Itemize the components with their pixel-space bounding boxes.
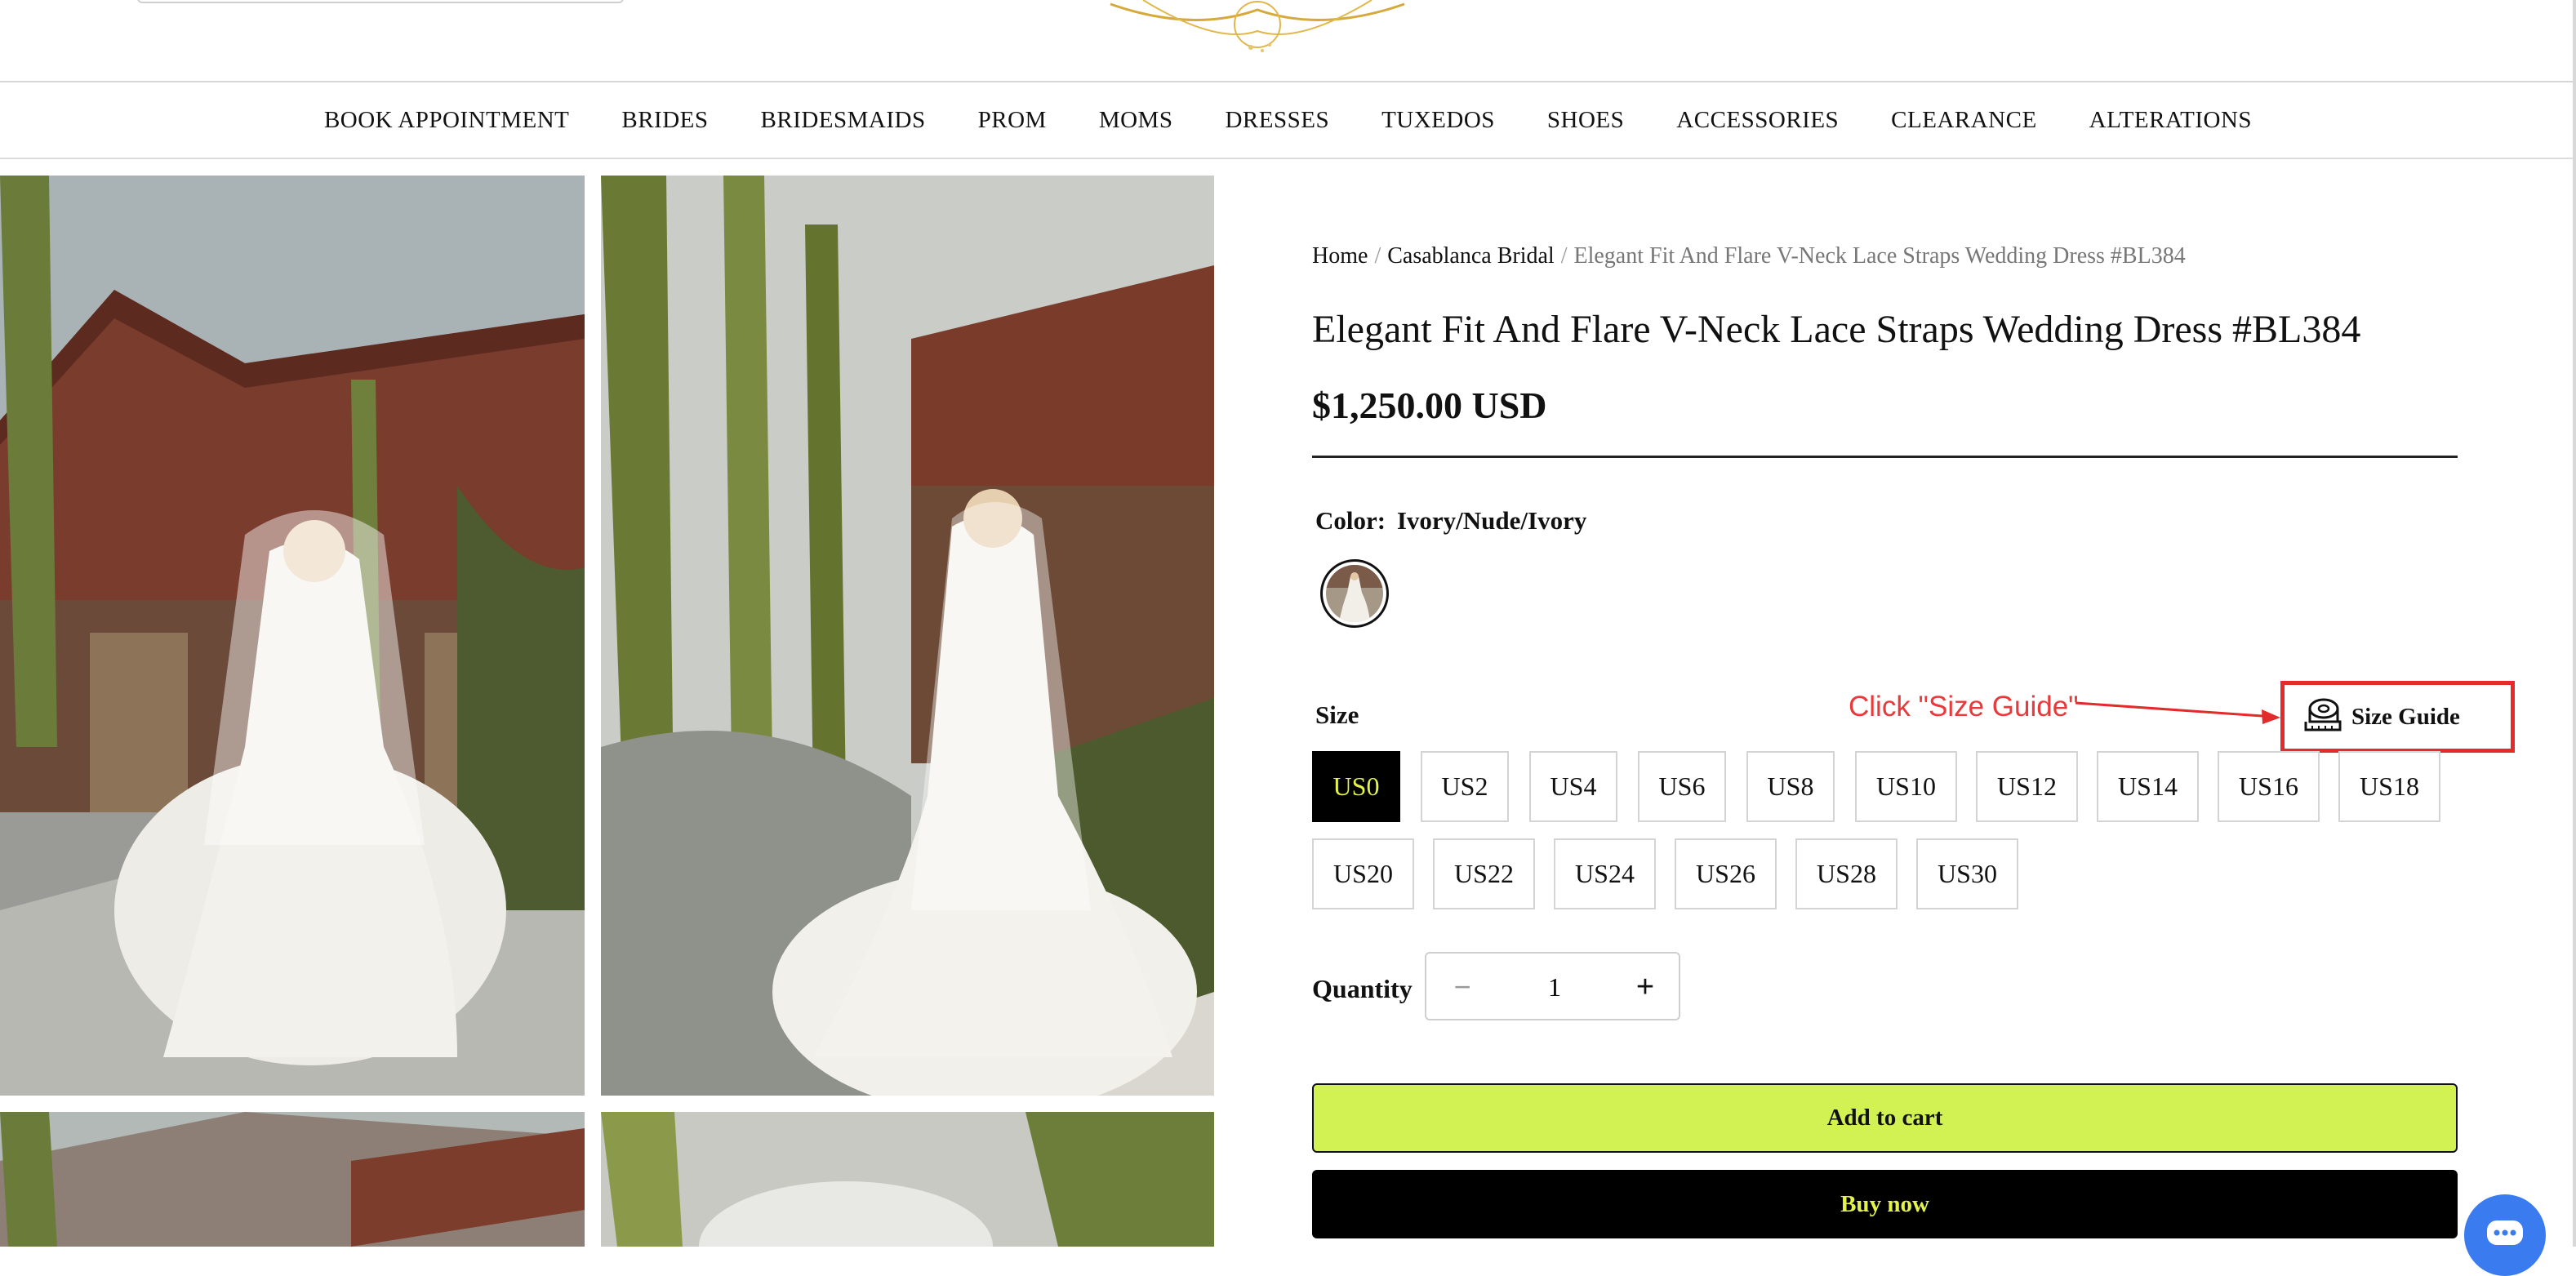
nav-book-appointment[interactable]: BOOK APPOINTMENT bbox=[298, 107, 595, 134]
quantity-decrease-button[interactable]: − bbox=[1439, 965, 1485, 1009]
size-option-us6[interactable]: US6 bbox=[1638, 751, 1726, 822]
main-navigation: BOOK APPOINTMENT BRIDES BRIDESMAIDS PROM… bbox=[0, 82, 2576, 158]
tape-measure-icon bbox=[2302, 697, 2343, 737]
annotation-callout: Click "Size Guide" bbox=[1849, 691, 2079, 722]
quantity-stepper: − + bbox=[1425, 952, 1680, 1020]
breadcrumb-separator: / bbox=[1374, 243, 1381, 269]
swatch-thumbnail bbox=[1326, 565, 1383, 622]
color-swatch-ivory[interactable] bbox=[1320, 559, 1389, 628]
product-title: Elegant Fit And Flare V-Neck Lace Straps… bbox=[1312, 308, 2361, 351]
color-label: Color: Ivory/Nude/Ivory bbox=[1315, 506, 1586, 536]
buy-now-button[interactable]: Buy now bbox=[1312, 1170, 2458, 1238]
size-guide-button[interactable]: Size Guide bbox=[2280, 681, 2515, 753]
breadcrumb: Home / Casablanca Bridal / Elegant Fit And F… bbox=[1312, 243, 2186, 269]
product-image-front[interactable] bbox=[0, 176, 585, 1096]
size-option-us22[interactable]: US22 bbox=[1433, 838, 1535, 909]
nav-bridesmaids[interactable]: BRIDESMAIDS bbox=[735, 107, 952, 134]
search-bar[interactable] bbox=[137, 0, 624, 3]
nav-clearance[interactable]: CLEARANCE bbox=[1865, 107, 2063, 134]
chat-bubble-icon bbox=[2487, 1220, 2523, 1245]
size-option-us30[interactable]: US30 bbox=[1916, 838, 2018, 909]
product-image-back[interactable] bbox=[601, 176, 1214, 1096]
nav-divider bbox=[0, 158, 2576, 159]
size-option-us18[interactable]: US18 bbox=[2338, 751, 2440, 822]
nav-accessories[interactable]: ACCESSORIES bbox=[1650, 107, 1865, 134]
size-option-us26[interactable]: US26 bbox=[1675, 838, 1777, 909]
nav-dresses[interactable]: DRESSES bbox=[1199, 107, 1355, 134]
breadcrumb-category[interactable]: Casablanca Bridal bbox=[1387, 243, 1554, 269]
nav-moms[interactable]: MOMS bbox=[1073, 107, 1199, 134]
size-option-us16[interactable]: US16 bbox=[2218, 751, 2320, 822]
size-guide-label: Size Guide bbox=[2351, 703, 2460, 730]
quantity-input[interactable] bbox=[1516, 962, 1593, 1012]
breadcrumb-current: Elegant Fit And Flare V-Neck Lace Straps… bbox=[1573, 243, 2186, 269]
size-option-us0[interactable]: US0 bbox=[1312, 751, 1400, 822]
breadcrumb-home[interactable]: Home bbox=[1312, 243, 1368, 269]
product-image-3[interactable] bbox=[0, 1112, 585, 1247]
page-scrollbar[interactable] bbox=[2573, 0, 2576, 1247]
product-price: $1,250.00 USD bbox=[1312, 385, 1547, 426]
size-option-us10[interactable]: US10 bbox=[1855, 751, 1957, 822]
nav-brides[interactable]: BRIDES bbox=[595, 107, 734, 134]
quantity-label: Quantity bbox=[1312, 974, 1413, 1003]
store-logo[interactable] bbox=[1094, 0, 1421, 57]
breadcrumb-separator: / bbox=[1560, 243, 1568, 269]
size-option-us8[interactable]: US8 bbox=[1746, 751, 1835, 822]
size-option-us28[interactable]: US28 bbox=[1795, 838, 1898, 909]
nav-tuxedos[interactable]: TUXEDOS bbox=[1355, 107, 1521, 134]
nav-prom[interactable]: PROM bbox=[952, 107, 1073, 134]
product-image-4[interactable] bbox=[601, 1112, 1214, 1247]
size-option-us14[interactable]: US14 bbox=[2097, 751, 2199, 822]
size-option-us4[interactable]: US4 bbox=[1529, 751, 1617, 822]
size-label: Size bbox=[1315, 700, 1359, 729]
nav-shoes[interactable]: SHOES bbox=[1521, 107, 1650, 134]
size-option-us24[interactable]: US24 bbox=[1554, 838, 1656, 909]
size-option-us2[interactable]: US2 bbox=[1421, 751, 1509, 822]
size-option-us20[interactable]: US20 bbox=[1312, 838, 1414, 909]
size-option-us12[interactable]: US12 bbox=[1976, 751, 2078, 822]
chat-widget-button[interactable] bbox=[2464, 1194, 2546, 1276]
color-value: Ivory/Nude/Ivory bbox=[1396, 506, 1587, 535]
nav-alterations[interactable]: ALTERATIONS bbox=[2063, 107, 2278, 134]
price-divider bbox=[1312, 456, 2458, 458]
color-label-text: Color: bbox=[1315, 506, 1386, 535]
quantity-increase-button[interactable]: + bbox=[1622, 965, 1668, 1009]
add-to-cart-button[interactable]: Add to cart bbox=[1312, 1083, 2458, 1153]
